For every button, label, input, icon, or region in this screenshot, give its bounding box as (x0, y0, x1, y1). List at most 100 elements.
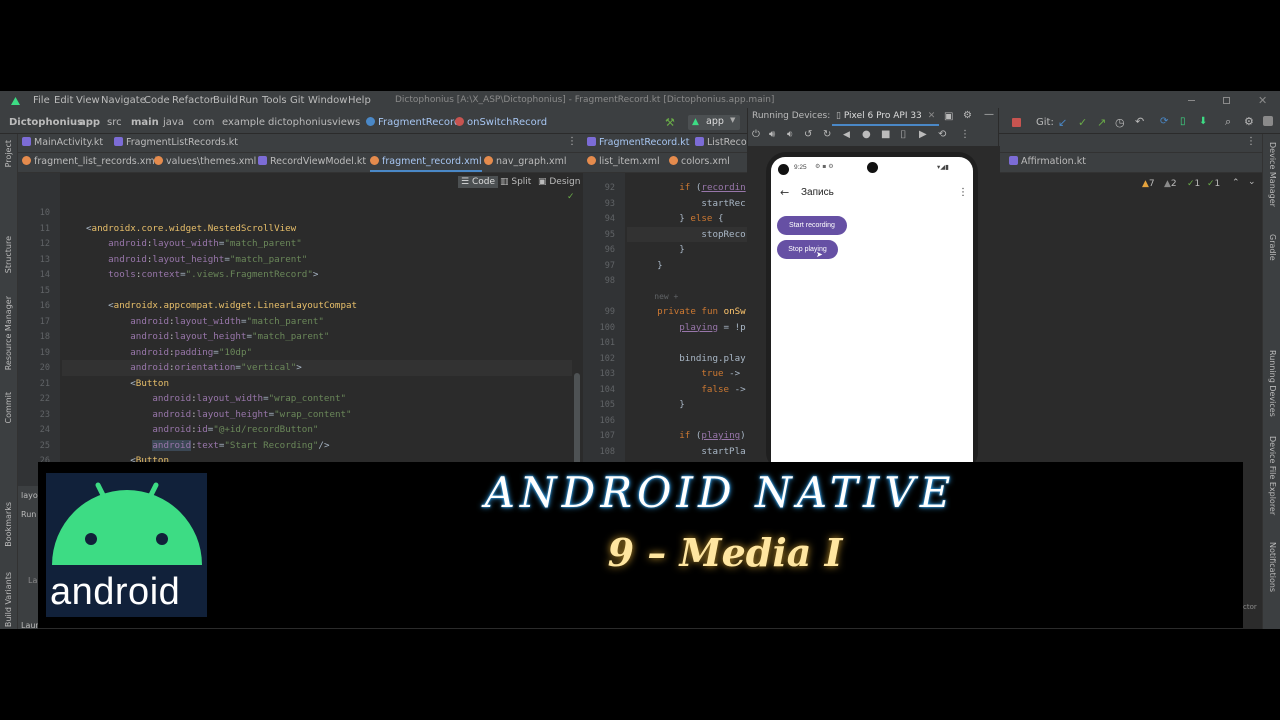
maximize-icon[interactable] (1223, 97, 1230, 104)
tab-fragment-list-records-xml[interactable]: fragment_list_records.xml (22, 156, 157, 167)
tab-list-item-xml[interactable]: list_item.xml (587, 156, 660, 167)
tool-device-file-explorer[interactable]: Device File Explorer (1268, 436, 1277, 515)
tool-gradle[interactable]: Gradle (1268, 234, 1277, 261)
tool-bookmarks[interactable]: Bookmarks (4, 502, 13, 547)
rotate-right-icon[interactable]: ↻ (823, 129, 831, 140)
tool-structure[interactable]: Structure (4, 236, 13, 273)
volume-down-icon[interactable]: 🔉︎ (787, 129, 793, 140)
view-mode-design[interactable]: ▣ Design (538, 177, 580, 187)
breadcrumb-fragmentrecord[interactable]: FragmentRecord (366, 117, 460, 128)
run-config-select[interactable]: ▲ app ▼ (688, 115, 740, 130)
git-push-icon[interactable]: ↗ (1097, 116, 1106, 129)
tab-recordviewmodel[interactable]: RecordViewModel.kt (258, 156, 366, 167)
tab-mainactivity[interactable]: MainActivity.kt (22, 137, 103, 148)
stop-playing-button[interactable]: Stop playing (777, 240, 838, 259)
back-arrow-icon[interactable]: ← (780, 186, 789, 199)
tool-project[interactable]: Project (4, 140, 13, 167)
breadcrumb-views[interactable]: views (332, 117, 360, 128)
stop-icon[interactable] (1012, 118, 1021, 127)
breadcrumb-main[interactable]: main (131, 117, 159, 128)
search-icon[interactable]: ⌕ (1225, 115, 1231, 129)
more-tabs-icon[interactable]: ⋮ (1246, 136, 1256, 147)
menu-navigate[interactable]: Navigate (101, 95, 146, 106)
history-icon[interactable]: ◷ (1115, 116, 1125, 129)
breadcrumb-onswitchrecord[interactable]: onSwitchRecord (455, 117, 547, 128)
breadcrumb-project[interactable]: Dictophonius (9, 117, 83, 128)
tool-notifications[interactable]: Notifications (1268, 542, 1277, 592)
bottom-tab-run[interactable]: Run (21, 510, 36, 519)
menu-edit[interactable]: Edit (54, 95, 73, 106)
tab-affirmation-kt[interactable]: Affirmation.kt (1009, 156, 1086, 167)
close-tab-icon[interactable]: ✕ (928, 111, 936, 121)
menu-view[interactable]: View (76, 95, 100, 106)
breadcrumb-example[interactable]: example (222, 117, 265, 128)
breadcrumb-dictophonius[interactable]: dictophonius (268, 117, 332, 128)
panel-settings-icon[interactable]: ⚙ (963, 110, 972, 121)
chevron-up-icon[interactable]: ⌃ (1232, 178, 1240, 188)
reset-icon[interactable]: ⟲ (938, 129, 946, 140)
bottom-tab-layout[interactable]: layo (21, 491, 38, 500)
tool-build-variants[interactable]: Build Variants (4, 572, 13, 627)
device-tab[interactable]: ▯ Pixel 6 Pro API 33 ✕ (832, 109, 940, 126)
minimize-icon[interactable] (1188, 100, 1195, 101)
tab-fragment-record-xml[interactable]: fragment_record.xml (370, 156, 482, 172)
sdk-manager-icon[interactable]: ⬇ (1199, 116, 1207, 127)
breadcrumb-com[interactable]: com (193, 117, 214, 128)
inspection-ok-icon[interactable]: ✓ (567, 192, 575, 202)
menu-refactor[interactable]: Refactor (172, 95, 214, 106)
tab-nav-graph-xml[interactable]: nav_graph.xml (484, 156, 567, 167)
device-manager-icon[interactable]: ▯ (1180, 116, 1186, 127)
menu-window[interactable]: Window (308, 95, 347, 106)
inspection-warnings[interactable]: ▲7 (1142, 179, 1155, 189)
tab-themes-xml[interactable]: values\themes.xml (154, 156, 256, 167)
menu-code[interactable]: Code (144, 95, 170, 106)
android-studio-logo-icon[interactable] (1263, 116, 1273, 126)
volume-up-icon[interactable]: 🔊︎ (769, 129, 775, 140)
chevron-down-icon[interactable]: ⌄ (1248, 177, 1256, 187)
tool-resource-manager[interactable]: Resource Manager (4, 296, 13, 370)
overview-icon[interactable]: ■ (881, 129, 890, 140)
overflow-menu-icon[interactable]: ⋮ (958, 187, 968, 198)
breadcrumb-java[interactable]: java (163, 117, 184, 128)
power-icon[interactable]: ⏻ (752, 129, 760, 140)
rotate-left-icon[interactable]: ↺ (804, 129, 812, 140)
tab-colors-xml[interactable]: colors.xml (669, 156, 730, 167)
tool-commit[interactable]: Commit (4, 392, 13, 423)
tab-fragmentlistrecords[interactable]: FragmentListRecords.kt (114, 137, 238, 148)
inspection-typos[interactable]: ✓1 (1187, 179, 1200, 189)
breadcrumb-src[interactable]: src (107, 117, 122, 128)
start-recording-button[interactable]: Start recording (777, 216, 847, 235)
inspection-ok[interactable]: ✓1 (1207, 179, 1220, 189)
sync-gradle-icon[interactable]: ⟳ (1160, 116, 1168, 127)
hammer-icon[interactable]: ⚒ (665, 116, 675, 129)
back-icon[interactable]: ◀ (843, 130, 850, 140)
home-icon[interactable]: ● (862, 129, 871, 140)
tab-listrecord-kt[interactable]: ListRecor (695, 137, 751, 148)
inspection-weak[interactable]: ▲2 (1164, 179, 1177, 189)
gear-icon[interactable]: ⚙ (1244, 115, 1254, 128)
record-icon[interactable]: ▶ (919, 129, 927, 140)
menu-file[interactable]: File (33, 95, 50, 106)
panel-layout-icon[interactable]: ▣ (944, 111, 953, 122)
tool-running-devices[interactable]: Running Devices (1268, 350, 1277, 417)
close-icon[interactable]: ✕ (1258, 94, 1267, 107)
more-options-icon[interactable]: ⋮ (960, 129, 970, 140)
menu-build[interactable]: Build (213, 95, 238, 106)
scrollbar-thumb[interactable] (574, 373, 580, 473)
view-mode-code[interactable]: ☰ Code (458, 176, 498, 188)
phone-screen[interactable]: 9:25 ⚙ ▪ ⚙ ▾◢▮ ← Запись ⋮ Start recordin… (771, 157, 973, 462)
more-tabs-icon[interactable]: ⋮ (567, 136, 577, 147)
rollback-icon[interactable]: ↶ (1135, 115, 1144, 128)
breadcrumb-app[interactable]: app (79, 117, 100, 128)
menu-tools[interactable]: Tools (262, 95, 287, 106)
menu-run[interactable]: Run (239, 95, 258, 106)
panel-hide-icon[interactable]: — (984, 109, 994, 120)
git-update-icon[interactable]: ↙ (1058, 116, 1067, 129)
tool-device-manager[interactable]: Device Manager (1268, 142, 1277, 207)
tab-fragmentrecord-kt[interactable]: FragmentRecord.kt (587, 137, 689, 148)
menu-help[interactable]: Help (348, 95, 371, 106)
git-commit-icon[interactable]: ✓ (1078, 116, 1087, 129)
screenshot-icon[interactable]: ⌷ (900, 128, 907, 142)
menu-git[interactable]: Git (290, 95, 304, 106)
view-mode-split[interactable]: ▥ Split (500, 177, 531, 187)
